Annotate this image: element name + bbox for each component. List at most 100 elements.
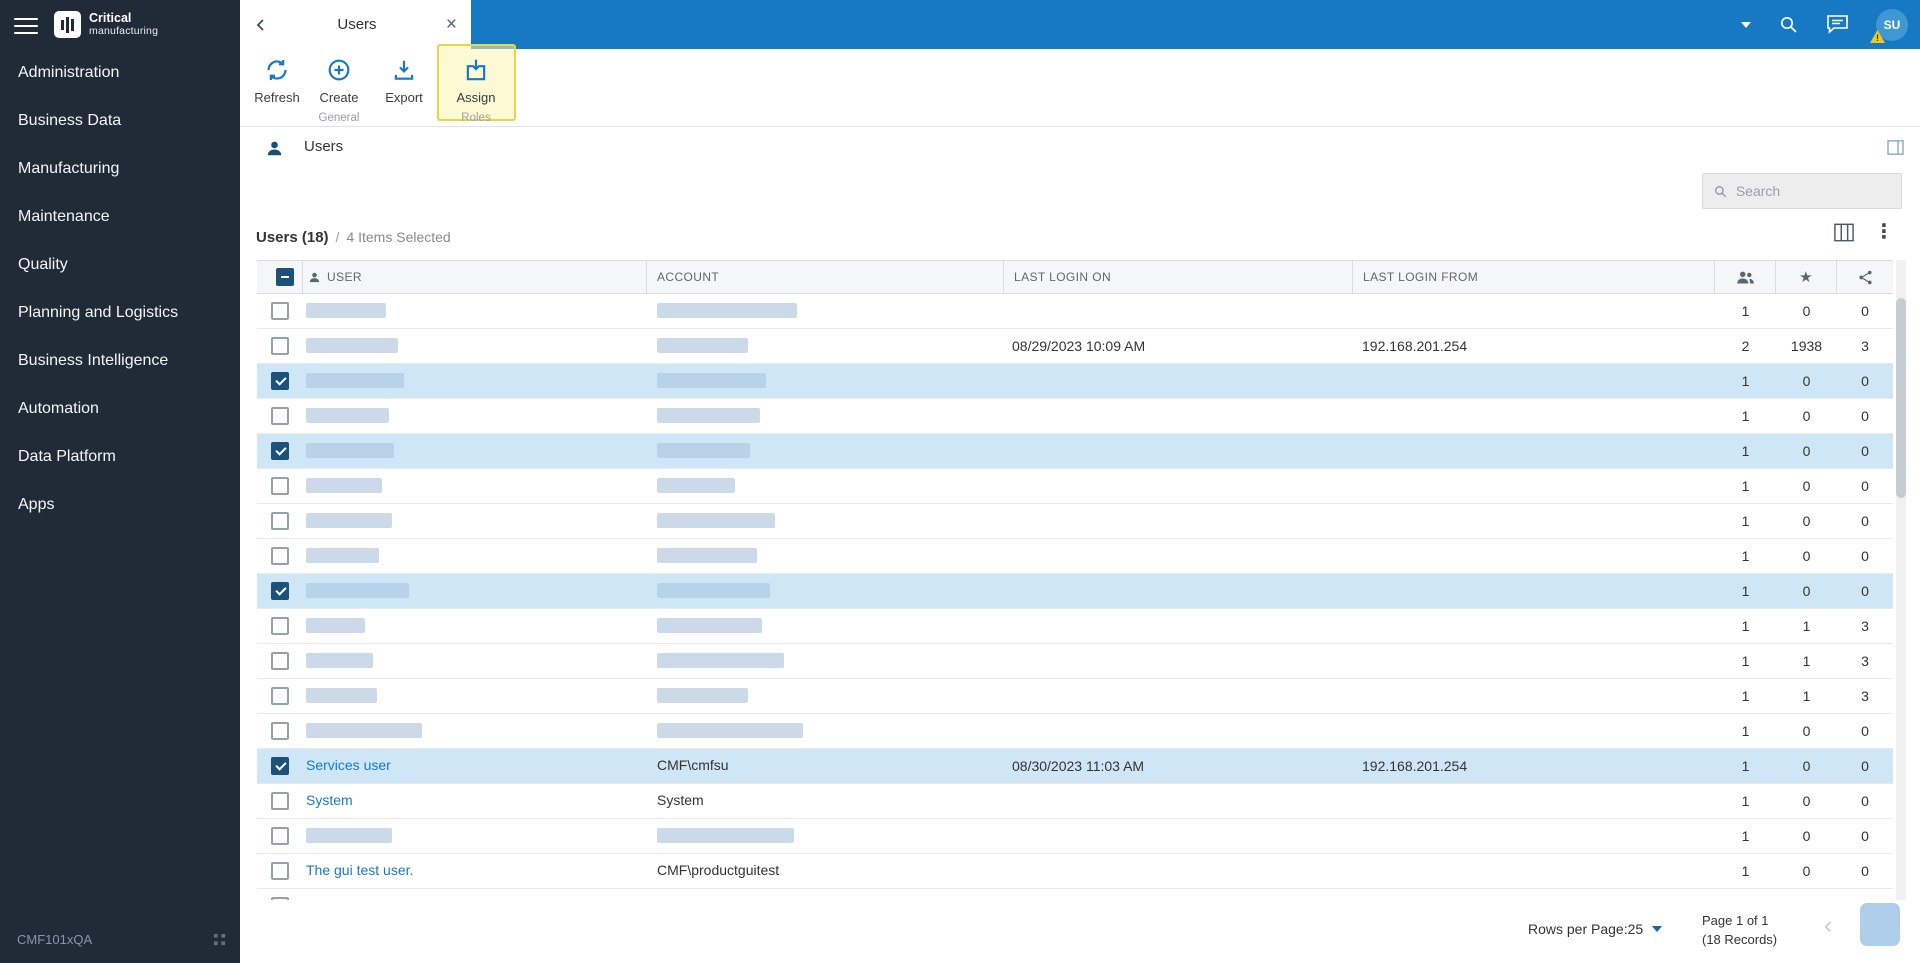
row-checkbox[interactable]	[271, 442, 289, 460]
table-row[interactable]: 1 0 0	[257, 364, 1893, 399]
assign-button[interactable]: Assign	[441, 57, 511, 105]
row-checkbox[interactable]	[271, 372, 289, 390]
search-box[interactable]	[1702, 173, 1902, 209]
row-checkbox[interactable]	[271, 547, 289, 565]
row-checkbox[interactable]	[271, 792, 289, 810]
column-header-last-login-from[interactable]: LAST LOGIN FROM	[1353, 261, 1715, 293]
scrollbar-thumb[interactable]	[1896, 298, 1906, 498]
search-input[interactable]	[1735, 183, 1891, 199]
table-row[interactable]: 1 0 0	[257, 574, 1893, 609]
star-count-cell: 0	[1802, 758, 1811, 774]
user-cell	[303, 337, 647, 355]
pagination-button[interactable]	[1860, 903, 1900, 946]
back-icon[interactable]	[254, 18, 268, 32]
row-checkbox[interactable]	[271, 582, 289, 600]
user-link[interactable]: System	[306, 792, 353, 808]
sidebar-item-automation[interactable]: Automation	[0, 385, 240, 433]
table-row[interactable]: 1 1 3	[257, 679, 1893, 714]
star-count-cell: 0	[1802, 408, 1811, 424]
sidebar-item-quality[interactable]: Quality	[0, 241, 240, 289]
column-header-sessions[interactable]	[1715, 261, 1776, 293]
column-header-shared[interactable]	[1837, 261, 1893, 293]
share-count-cell: 0	[1861, 443, 1869, 459]
table-row[interactable]: 1 0 0	[257, 819, 1893, 854]
panel-icon[interactable]	[1887, 140, 1904, 155]
environment-label: CMF101xQA	[17, 932, 93, 947]
table-row[interactable]: 1 0 0	[257, 504, 1893, 539]
chevron-down-icon[interactable]	[1741, 21, 1751, 28]
tab-users[interactable]: Users ×	[240, 0, 471, 49]
table-row[interactable]: 1 0 0	[257, 714, 1893, 749]
row-checkbox-cell	[257, 757, 303, 775]
row-checkbox-cell	[257, 477, 303, 495]
close-icon[interactable]: ×	[446, 15, 457, 34]
export-button[interactable]: Export	[369, 57, 439, 105]
redacted-user	[306, 513, 392, 529]
user-cell	[303, 722, 647, 740]
account-cell	[647, 302, 1004, 320]
row-checkbox-cell	[257, 372, 303, 390]
search-icon[interactable]	[1778, 14, 1799, 35]
row-checkbox[interactable]	[271, 337, 289, 355]
table-row[interactable]: 1 0 0	[257, 399, 1893, 434]
column-header-account[interactable]: ACCOUNT	[647, 261, 1004, 293]
select-all-checkbox[interactable]	[275, 268, 294, 286]
share-count-cell: 0	[1861, 303, 1869, 319]
messages-icon[interactable]	[1826, 14, 1849, 35]
column-header-last-login-on[interactable]: LAST LOGIN ON	[1004, 261, 1353, 293]
more-options-icon[interactable]: ⋮	[1874, 222, 1894, 242]
row-checkbox[interactable]	[271, 512, 289, 530]
row-checkbox[interactable]	[271, 407, 289, 425]
table-scrollbar[interactable]	[1896, 260, 1906, 900]
logo-icon	[54, 11, 81, 38]
users-count-icon	[1736, 271, 1754, 283]
last-login-from-cell: 192.168.201.254	[1362, 758, 1468, 774]
sidebar-item-apps[interactable]: Apps	[0, 481, 240, 529]
sidebar-item-planning-and-logistics[interactable]: Planning and Logistics	[0, 289, 240, 337]
table-row[interactable]: 1 0 0	[257, 469, 1893, 504]
row-checkbox[interactable]	[271, 302, 289, 320]
sidebar-item-business-intelligence[interactable]: Business Intelligence	[0, 337, 240, 385]
redacted-user	[306, 653, 373, 669]
star-count-cell: 0	[1802, 478, 1811, 494]
sidebar-item-maintenance[interactable]: Maintenance	[0, 193, 240, 241]
table-row[interactable]: Services user CMF\cmfsu 08/30/2023 11:03…	[257, 749, 1893, 784]
row-checkbox[interactable]	[271, 477, 289, 495]
row-checkbox[interactable]	[271, 652, 289, 670]
avatar[interactable]: SU !	[1870, 8, 1908, 43]
sidebar-item-manufacturing[interactable]: Manufacturing	[0, 145, 240, 193]
columns-icon[interactable]	[1834, 223, 1854, 242]
user-link[interactable]: Services user	[306, 757, 391, 773]
table-row[interactable]: 1 0 0	[257, 539, 1893, 574]
table-row[interactable]: 08/29/2023 10:09 AM 192.168.201.254 2 19…	[257, 329, 1893, 364]
table-row[interactable]: 1 1 3	[257, 644, 1893, 679]
row-checkbox-cell	[257, 617, 303, 635]
create-button[interactable]: Create	[304, 57, 374, 105]
table-row[interactable]: 1 0 0	[257, 434, 1893, 469]
row-checkbox[interactable]	[271, 617, 289, 635]
column-header-favorites[interactable]: ★	[1776, 261, 1837, 293]
row-checkbox[interactable]	[271, 722, 289, 740]
warning-badge-icon: !	[1870, 29, 1885, 43]
rows-per-page[interactable]: Rows per Page:25	[1528, 921, 1663, 937]
row-checkbox[interactable]	[271, 687, 289, 705]
row-checkbox[interactable]	[271, 862, 289, 880]
sidebar-item-data-platform[interactable]: Data Platform	[0, 433, 240, 481]
table-row[interactable]: 1 1 3	[257, 609, 1893, 644]
table-row[interactable]: System System 1 0 0	[257, 784, 1893, 819]
sidebar-item-business-data[interactable]: Business Data	[0, 97, 240, 145]
column-header-user[interactable]: USER	[303, 261, 647, 293]
refresh-icon	[267, 60, 287, 80]
star-count-cell: 0	[1802, 513, 1811, 529]
refresh-button[interactable]: Refresh	[242, 57, 312, 105]
row-checkbox[interactable]	[271, 757, 289, 775]
table-row[interactable]: The gui test user. CMF\productguitest 1 …	[257, 854, 1893, 889]
row-checkbox[interactable]	[271, 827, 289, 845]
row-checkbox-cell	[257, 652, 303, 670]
table-row[interactable]: T CMF\ 1 0 0	[257, 889, 1893, 900]
chevron-left-icon[interactable]: ‹	[1824, 914, 1832, 938]
table-row[interactable]: 1 0 0	[257, 294, 1893, 329]
menu-icon[interactable]	[14, 16, 38, 34]
sidebar-item-administration[interactable]: Administration	[0, 49, 240, 97]
user-link[interactable]: The gui test user.	[306, 862, 413, 878]
